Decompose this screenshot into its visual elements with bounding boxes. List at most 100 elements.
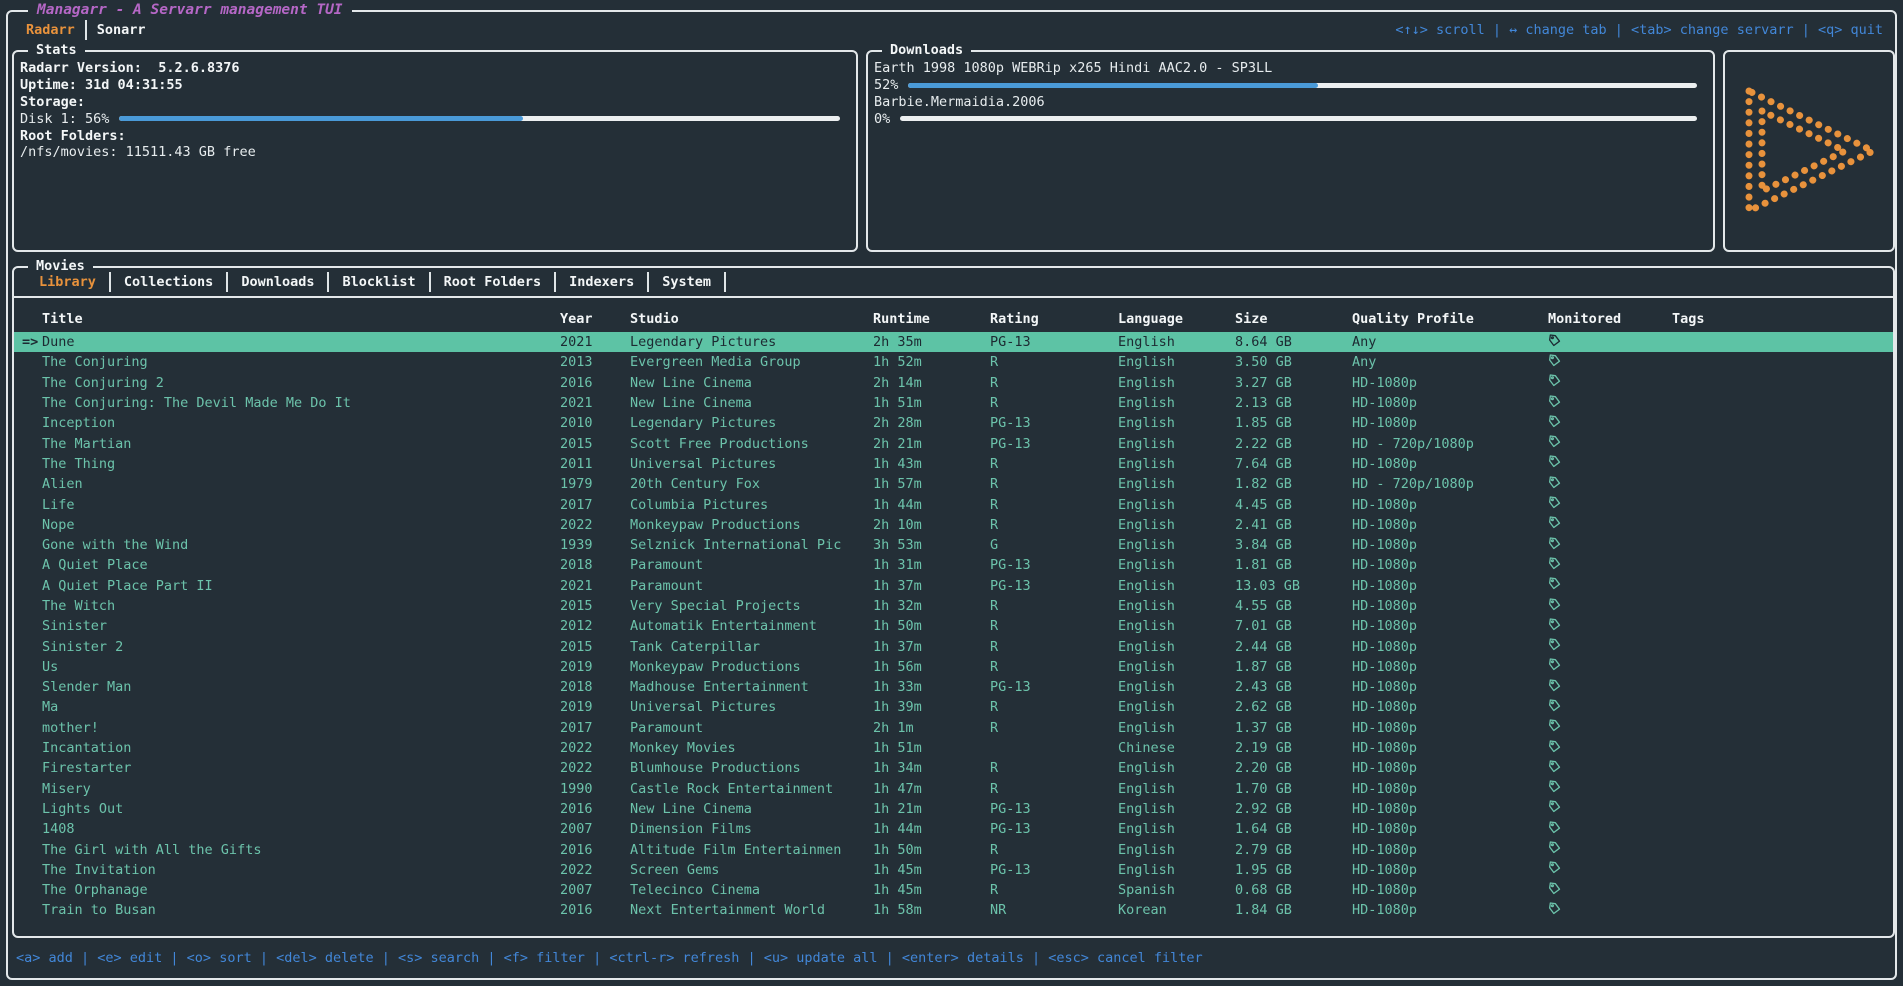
cell-monitored xyxy=(1548,699,1672,716)
table-row[interactable]: The Witch2015Very Special Projects1h 32m… xyxy=(14,596,1893,616)
monitored-tag-icon xyxy=(1548,638,1562,652)
tab-indexers[interactable]: Indexers xyxy=(556,274,647,290)
cell-title: The Thing xyxy=(42,456,560,472)
cell-studio: New Line Cinema xyxy=(630,395,873,411)
monitored-tag-icon xyxy=(1548,821,1562,835)
table-row[interactable]: Ma2019Universal Pictures1h 39mREnglish2.… xyxy=(14,697,1893,717)
cell-studio: Tank Caterpillar xyxy=(630,639,873,655)
column-header-rating: Rating xyxy=(990,311,1118,327)
table-row[interactable]: Gone with the Wind1939Selznick Internati… xyxy=(14,535,1893,555)
table-row[interactable]: A Quiet Place Part II2021Paramount1h 37m… xyxy=(14,576,1893,596)
cell-year: 2019 xyxy=(560,659,630,675)
servarr-tab-radarr[interactable]: Radarr xyxy=(16,22,85,38)
cell-monitored xyxy=(1548,658,1672,675)
cell-monitored xyxy=(1548,435,1672,452)
servarr-tab-sonarr[interactable]: Sonarr xyxy=(87,22,156,38)
movies-table: =>Dune2021Legendary Pictures2h 35mPG-13E… xyxy=(14,332,1893,921)
monitored-tag-icon xyxy=(1548,577,1562,591)
stats-uptime-line: Uptime: 31d 04:31:55 xyxy=(20,77,844,94)
stats-version-line: Radarr Version: 5.2.6.8376 xyxy=(20,60,844,77)
table-row[interactable]: The Invitation2022Screen Gems1h 45mPG-13… xyxy=(14,860,1893,880)
table-row[interactable]: Sinister 22015Tank Caterpillar1h 37mREng… xyxy=(14,636,1893,656)
tab-collections[interactable]: Collections xyxy=(111,274,226,290)
cell-title: A Quiet Place Part II xyxy=(42,578,560,594)
table-row[interactable]: The Conjuring2013Evergreen Media Group1h… xyxy=(14,352,1893,372)
table-row[interactable]: 14082007Dimension Films1h 44mPG-13Englis… xyxy=(14,819,1893,839)
table-row[interactable]: Misery1990Castle Rock Entertainment1h 47… xyxy=(14,779,1893,799)
tab-library[interactable]: Library xyxy=(26,274,109,290)
cell-title: The Girl with All the Gifts xyxy=(42,842,560,858)
cell-rating: R xyxy=(990,354,1118,370)
table-row[interactable]: Nope2022Monkeypaw Productions2h 10mREngl… xyxy=(14,515,1893,535)
cell-size: 2.41 GB xyxy=(1235,517,1352,533)
table-row[interactable]: Sinister2012Automatik Entertainment1h 50… xyxy=(14,616,1893,636)
stats-panel: Stats Radarr Version: 5.2.6.8376 Uptime:… xyxy=(12,50,858,252)
table-row[interactable]: Train to Busan2016Next Entertainment Wor… xyxy=(14,900,1893,920)
monitored-tag-icon xyxy=(1548,598,1562,612)
table-row[interactable]: The Thing2011Universal Pictures1h 43mREn… xyxy=(14,454,1893,474)
table-row[interactable]: =>Dune2021Legendary Pictures2h 35mPG-13E… xyxy=(14,332,1893,352)
table-row[interactable]: Lights Out2016New Line Cinema1h 21mPG-13… xyxy=(14,799,1893,819)
cell-studio: Legendary Pictures xyxy=(630,415,873,431)
table-row[interactable]: The Girl with All the Gifts2016Altitude … xyxy=(14,839,1893,859)
cell-language: English xyxy=(1118,720,1235,736)
cell-year: 2022 xyxy=(560,862,630,878)
table-row[interactable]: Incantation2022Monkey Movies1h 51mChines… xyxy=(14,738,1893,758)
cell-quality: HD-1080p xyxy=(1352,517,1548,533)
cell-studio: 20th Century Fox xyxy=(630,476,873,492)
cell-rating: R xyxy=(990,618,1118,634)
column-header-language: Language xyxy=(1118,311,1235,327)
cell-rating: R xyxy=(990,842,1118,858)
table-row[interactable]: The Martian2015Scott Free Productions2h … xyxy=(14,433,1893,453)
cell-monitored xyxy=(1548,415,1672,432)
monitored-tag-icon xyxy=(1548,374,1562,388)
table-row[interactable]: Inception2010Legendary Pictures2h 28mPG-… xyxy=(14,413,1893,433)
table-row[interactable]: The Orphanage2007Telecinco Cinema1h 45mR… xyxy=(14,880,1893,900)
cell-quality: HD-1080p xyxy=(1352,578,1548,594)
cell-rating: PG-13 xyxy=(990,436,1118,452)
table-row[interactable]: mother!2017Paramount2h 1mREnglish1.37 GB… xyxy=(14,718,1893,738)
cell-quality: HD-1080p xyxy=(1352,456,1548,472)
column-header-quality-profile: Quality Profile xyxy=(1352,311,1548,327)
cell-quality: HD-1080p xyxy=(1352,659,1548,675)
table-row[interactable]: Slender Man2018Madhouse Entertainment1h … xyxy=(14,677,1893,697)
tab-system[interactable]: System xyxy=(649,274,724,290)
table-row[interactable]: The Conjuring: The Devil Made Me Do It20… xyxy=(14,393,1893,413)
cell-title: Train to Busan xyxy=(42,902,560,918)
cell-monitored xyxy=(1548,719,1672,736)
version-value: 5.2.6.8376 xyxy=(158,60,239,76)
cell-size: 1.70 GB xyxy=(1235,781,1352,797)
cell-quality: HD-1080p xyxy=(1352,639,1548,655)
cell-runtime: 1h 56m xyxy=(873,659,990,675)
tab-root-folders[interactable]: Root Folders xyxy=(431,274,555,290)
cell-year: 2011 xyxy=(560,456,630,472)
table-row[interactable]: The Conjuring 22016New Line Cinema2h 14m… xyxy=(14,373,1893,393)
monitored-tag-icon xyxy=(1548,861,1562,875)
cell-monitored xyxy=(1548,516,1672,533)
table-row[interactable]: A Quiet Place2018Paramount1h 31mPG-13Eng… xyxy=(14,555,1893,575)
cell-runtime: 1h 21m xyxy=(873,801,990,817)
cell-rating: R xyxy=(990,497,1118,513)
table-row[interactable]: Life2017Columbia Pictures1h 44mREnglish4… xyxy=(14,494,1893,514)
root-folder-line: /nfs/movies: 11511.43 GB free xyxy=(20,144,844,161)
monitored-tag-icon xyxy=(1548,618,1562,632)
cell-size: 3.27 GB xyxy=(1235,375,1352,391)
download-progress-line: 0% xyxy=(874,110,1701,127)
table-row[interactable]: Alien197920th Century Fox1h 57mREnglish1… xyxy=(14,474,1893,494)
cell-rating: R xyxy=(990,882,1118,898)
cell-title: Misery xyxy=(42,781,560,797)
cell-studio: Paramount xyxy=(630,557,873,573)
tab-blocklist[interactable]: Blocklist xyxy=(329,274,428,290)
table-row[interactable]: Us2019Monkeypaw Productions1h 56mREnglis… xyxy=(14,657,1893,677)
cell-studio: Columbia Pictures xyxy=(630,497,873,513)
table-row[interactable]: Firestarter2022Blumhouse Productions1h 3… xyxy=(14,758,1893,778)
cell-year: 2022 xyxy=(560,760,630,776)
cell-size: 3.50 GB xyxy=(1235,354,1352,370)
monitored-tag-icon xyxy=(1548,435,1562,449)
cell-rating: PG-13 xyxy=(990,679,1118,695)
tab-downloads[interactable]: Downloads xyxy=(228,274,327,290)
cell-title: Alien xyxy=(42,476,560,492)
app-title: Managarr - A Servarr management TUI xyxy=(28,2,352,18)
cell-runtime: 1h 52m xyxy=(873,354,990,370)
cell-language: English xyxy=(1118,679,1235,695)
